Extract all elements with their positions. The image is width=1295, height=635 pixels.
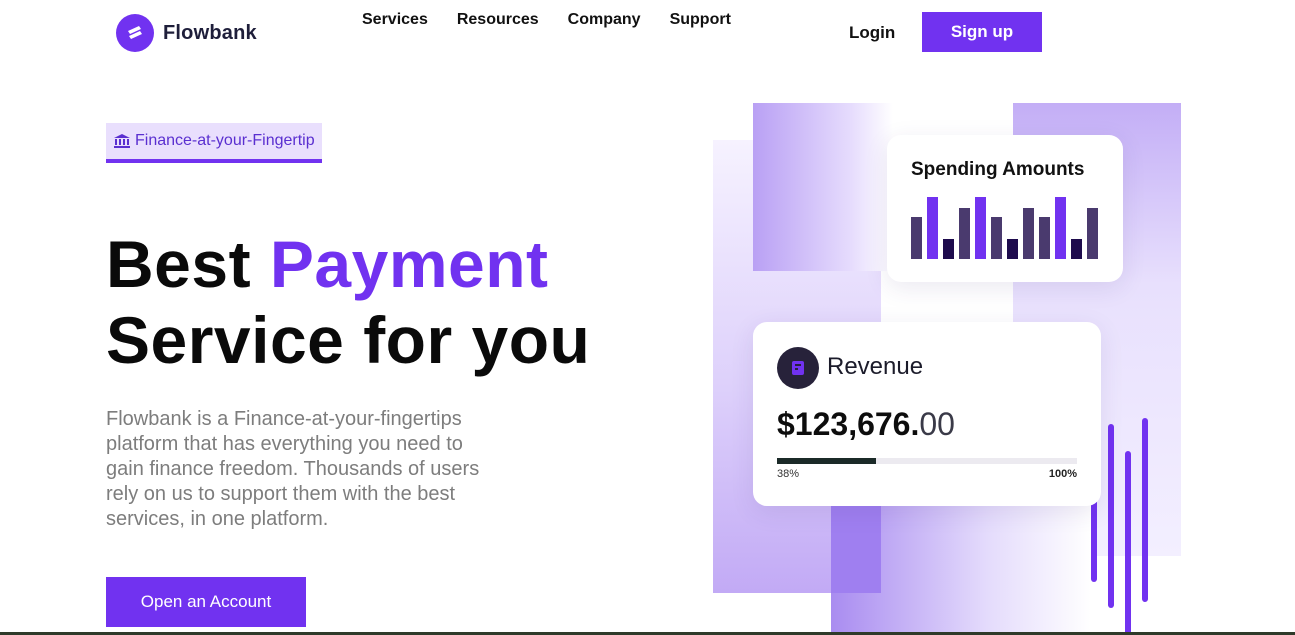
open-account-button[interactable]: Open an Account xyxy=(106,577,306,627)
hero-description: Flowbank is a Finance-at-your-fingertips… xyxy=(106,408,480,530)
tagline-badge: Finance-at-your-Fingertip xyxy=(106,123,322,163)
decor-block xyxy=(831,505,881,593)
hero-title-line2: Service for you xyxy=(106,303,591,377)
revenue-card: Revenue $123,676.00 38% 100% xyxy=(753,322,1101,506)
spending-bar xyxy=(1071,239,1082,259)
spending-bar xyxy=(991,217,1002,259)
revenue-title: Revenue xyxy=(827,353,924,380)
decor-block xyxy=(753,103,893,271)
spending-bar xyxy=(943,239,954,259)
brand-logo[interactable]: Flowbank xyxy=(116,14,257,52)
decor-line xyxy=(1125,451,1131,635)
receipt-icon xyxy=(777,347,819,389)
progress-label-start: 38% xyxy=(777,468,800,480)
spending-bar xyxy=(1007,239,1018,259)
revenue-progress-bar xyxy=(777,458,1077,464)
nav-support[interactable]: Support xyxy=(670,11,731,29)
login-link[interactable]: Login xyxy=(849,23,895,43)
signup-button[interactable]: Sign up xyxy=(922,12,1042,52)
hero-title-word: Best xyxy=(106,227,252,301)
bank-icon xyxy=(114,134,130,148)
flowbank-logo-icon xyxy=(116,14,154,52)
revenue-amount-main: $123,676. xyxy=(777,406,920,442)
hero-title-accent: Payment xyxy=(269,227,549,301)
hero-title: Best Payment Service for you xyxy=(106,226,590,378)
nav-resources[interactable]: Resources xyxy=(457,11,539,29)
spending-card: Spending Amounts xyxy=(887,135,1123,282)
brand-name: Flowbank xyxy=(163,21,257,44)
main-nav: Services Resources Company Support xyxy=(362,11,760,29)
spending-bar-chart xyxy=(911,197,1101,259)
nav-company[interactable]: Company xyxy=(568,11,641,29)
nav-services[interactable]: Services xyxy=(362,11,428,29)
spending-bar xyxy=(1055,197,1066,259)
spending-bar xyxy=(911,217,922,259)
spending-bar xyxy=(959,208,970,259)
progress-label-end: 100% xyxy=(1048,468,1077,480)
spending-bar xyxy=(1087,208,1098,259)
decor-line xyxy=(1108,424,1114,608)
spending-bar xyxy=(1023,208,1034,259)
spending-card-title: Spending Amounts xyxy=(911,159,1085,180)
revenue-amount-cents: 00 xyxy=(919,406,955,442)
spending-bar xyxy=(1039,217,1050,259)
revenue-progress-fill xyxy=(777,458,876,464)
decor-line xyxy=(1091,498,1097,582)
revenue-amount: $123,676.00 xyxy=(777,406,955,443)
decor-line xyxy=(1142,418,1148,602)
tagline-text: Finance-at-your-Fingertip xyxy=(135,132,315,149)
spending-bar xyxy=(975,197,986,259)
spending-bar xyxy=(927,197,938,259)
